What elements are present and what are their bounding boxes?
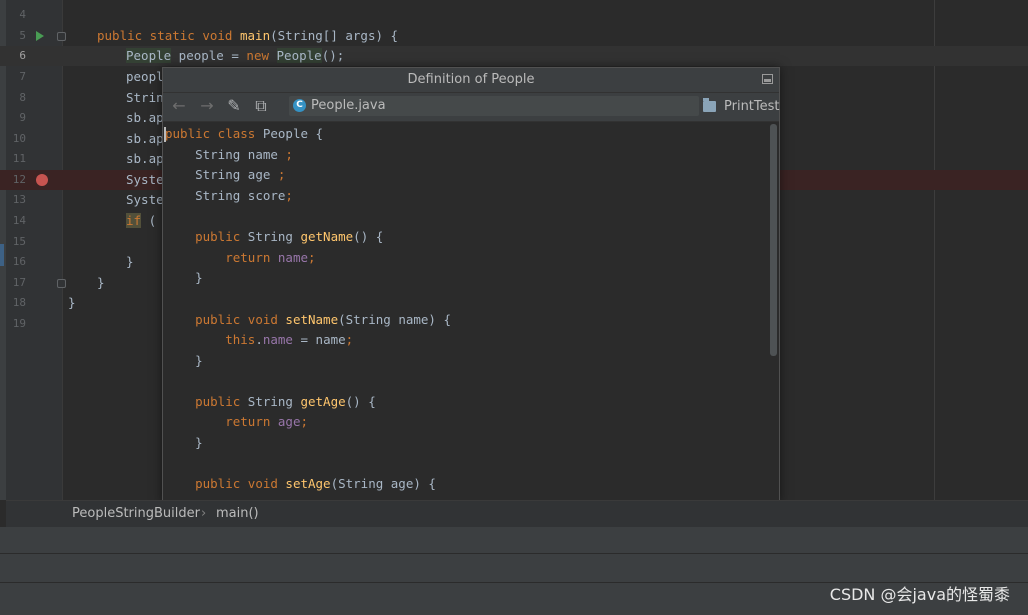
code-text: if ( — [126, 213, 157, 228]
code-text: People people = new People(); — [126, 48, 345, 63]
popup-code-line: this.name = name; — [225, 332, 354, 347]
popup-code-line: } — [195, 353, 203, 368]
code-text: Syste — [126, 192, 164, 207]
code-text: } — [68, 295, 76, 310]
popup-title-bar[interactable]: Definition of People — [163, 68, 779, 93]
popup-code-line: return name; — [225, 250, 316, 265]
line-number: 15 — [12, 235, 26, 248]
code-text: public static void main(String[] args) { — [97, 28, 399, 43]
fold-icon[interactable] — [57, 32, 66, 41]
breadcrumb-method[interactable]: main() — [216, 501, 259, 527]
text-caret — [164, 127, 166, 142]
open-in-window-icon[interactable] — [762, 74, 773, 84]
breakpoint-icon[interactable] — [36, 174, 48, 186]
class-file-icon: C — [293, 99, 306, 112]
module-name: PrintTest — [724, 99, 780, 114]
popup-code-line: String score; — [195, 188, 293, 203]
code-line-4[interactable]: 4 — [0, 5, 1028, 25]
code-text: sb.ap — [126, 131, 164, 146]
popup-code-line: public String getAge() { — [195, 394, 376, 409]
line-number: 12 — [12, 173, 26, 186]
popup-code-line: public void setName(String name) { — [195, 312, 451, 327]
popup-code-line: String age ; — [195, 167, 286, 182]
code-text: peopl — [126, 69, 164, 84]
definition-popup[interactable]: Definition of People ← → ✎ ⧉ C People.ja… — [162, 67, 780, 503]
file-name: People.java — [311, 98, 386, 113]
popup-code-line: return age; — [225, 414, 309, 429]
code-text: sb.ap — [126, 151, 164, 166]
edit-source-icon[interactable]: ✎ — [224, 96, 244, 116]
line-number: 11 — [12, 152, 26, 165]
line-number: 7 — [19, 70, 26, 83]
line-number: 17 — [12, 276, 26, 289]
popup-title: Definition of People — [407, 72, 535, 87]
popup-code-line: public String getName() { — [195, 229, 384, 244]
module-folder-icon — [703, 98, 716, 112]
fold-icon[interactable] — [57, 279, 66, 288]
popup-code-line: String name ; — [195, 147, 293, 162]
popup-code-view[interactable]: public class People { String name ; Stri… — [163, 121, 771, 502]
popup-code-line: public class People { — [165, 126, 324, 141]
popup-code-line: } — [195, 435, 203, 450]
back-arrow-icon[interactable]: ← — [169, 96, 189, 116]
code-line-6-current[interactable]: 6 People people = new People(); — [0, 46, 1028, 66]
breadcrumb-separator: › — [201, 506, 207, 521]
breadcrumb-class[interactable]: PeopleStringBuilder — [72, 501, 200, 527]
line-number: 9 — [19, 111, 26, 124]
line-number: 19 — [12, 317, 26, 330]
code-line-5[interactable]: 5 public static void main(String[] args)… — [0, 26, 1028, 46]
code-text: } — [97, 275, 105, 290]
code-text: Syste — [126, 172, 164, 187]
forward-arrow-icon[interactable]: → — [197, 96, 217, 116]
code-text: sb.ap — [126, 110, 164, 125]
line-number: 13 — [12, 193, 26, 206]
line-number: 16 — [12, 255, 26, 268]
watermark: CSDN @会java的怪蜀黍 — [829, 585, 1010, 604]
popup-code-line: public void setAge(String age) { — [195, 476, 436, 491]
popup-code-line: } — [195, 270, 203, 285]
breadcrumb: PeopleStringBuilder › main() — [6, 500, 1028, 527]
file-selector[interactable]: C People.java — [289, 96, 699, 116]
line-number: 5 — [19, 29, 26, 42]
run-gutter-icon[interactable] — [36, 31, 44, 41]
code-text: Strin — [126, 90, 164, 105]
line-number: 10 — [12, 132, 26, 145]
find-usages-icon[interactable]: ⧉ — [251, 96, 271, 116]
line-number: 8 — [19, 91, 26, 104]
popup-scrollbar[interactable] — [770, 124, 777, 356]
popup-toolbar: ← → ✎ ⧉ C People.java PrintTest — [163, 93, 780, 122]
line-number: 4 — [19, 8, 26, 21]
line-number: 6 — [19, 49, 26, 62]
divider — [0, 553, 1028, 554]
line-number: 18 — [12, 296, 26, 309]
code-text: } — [126, 254, 134, 269]
line-number: 14 — [12, 214, 26, 227]
